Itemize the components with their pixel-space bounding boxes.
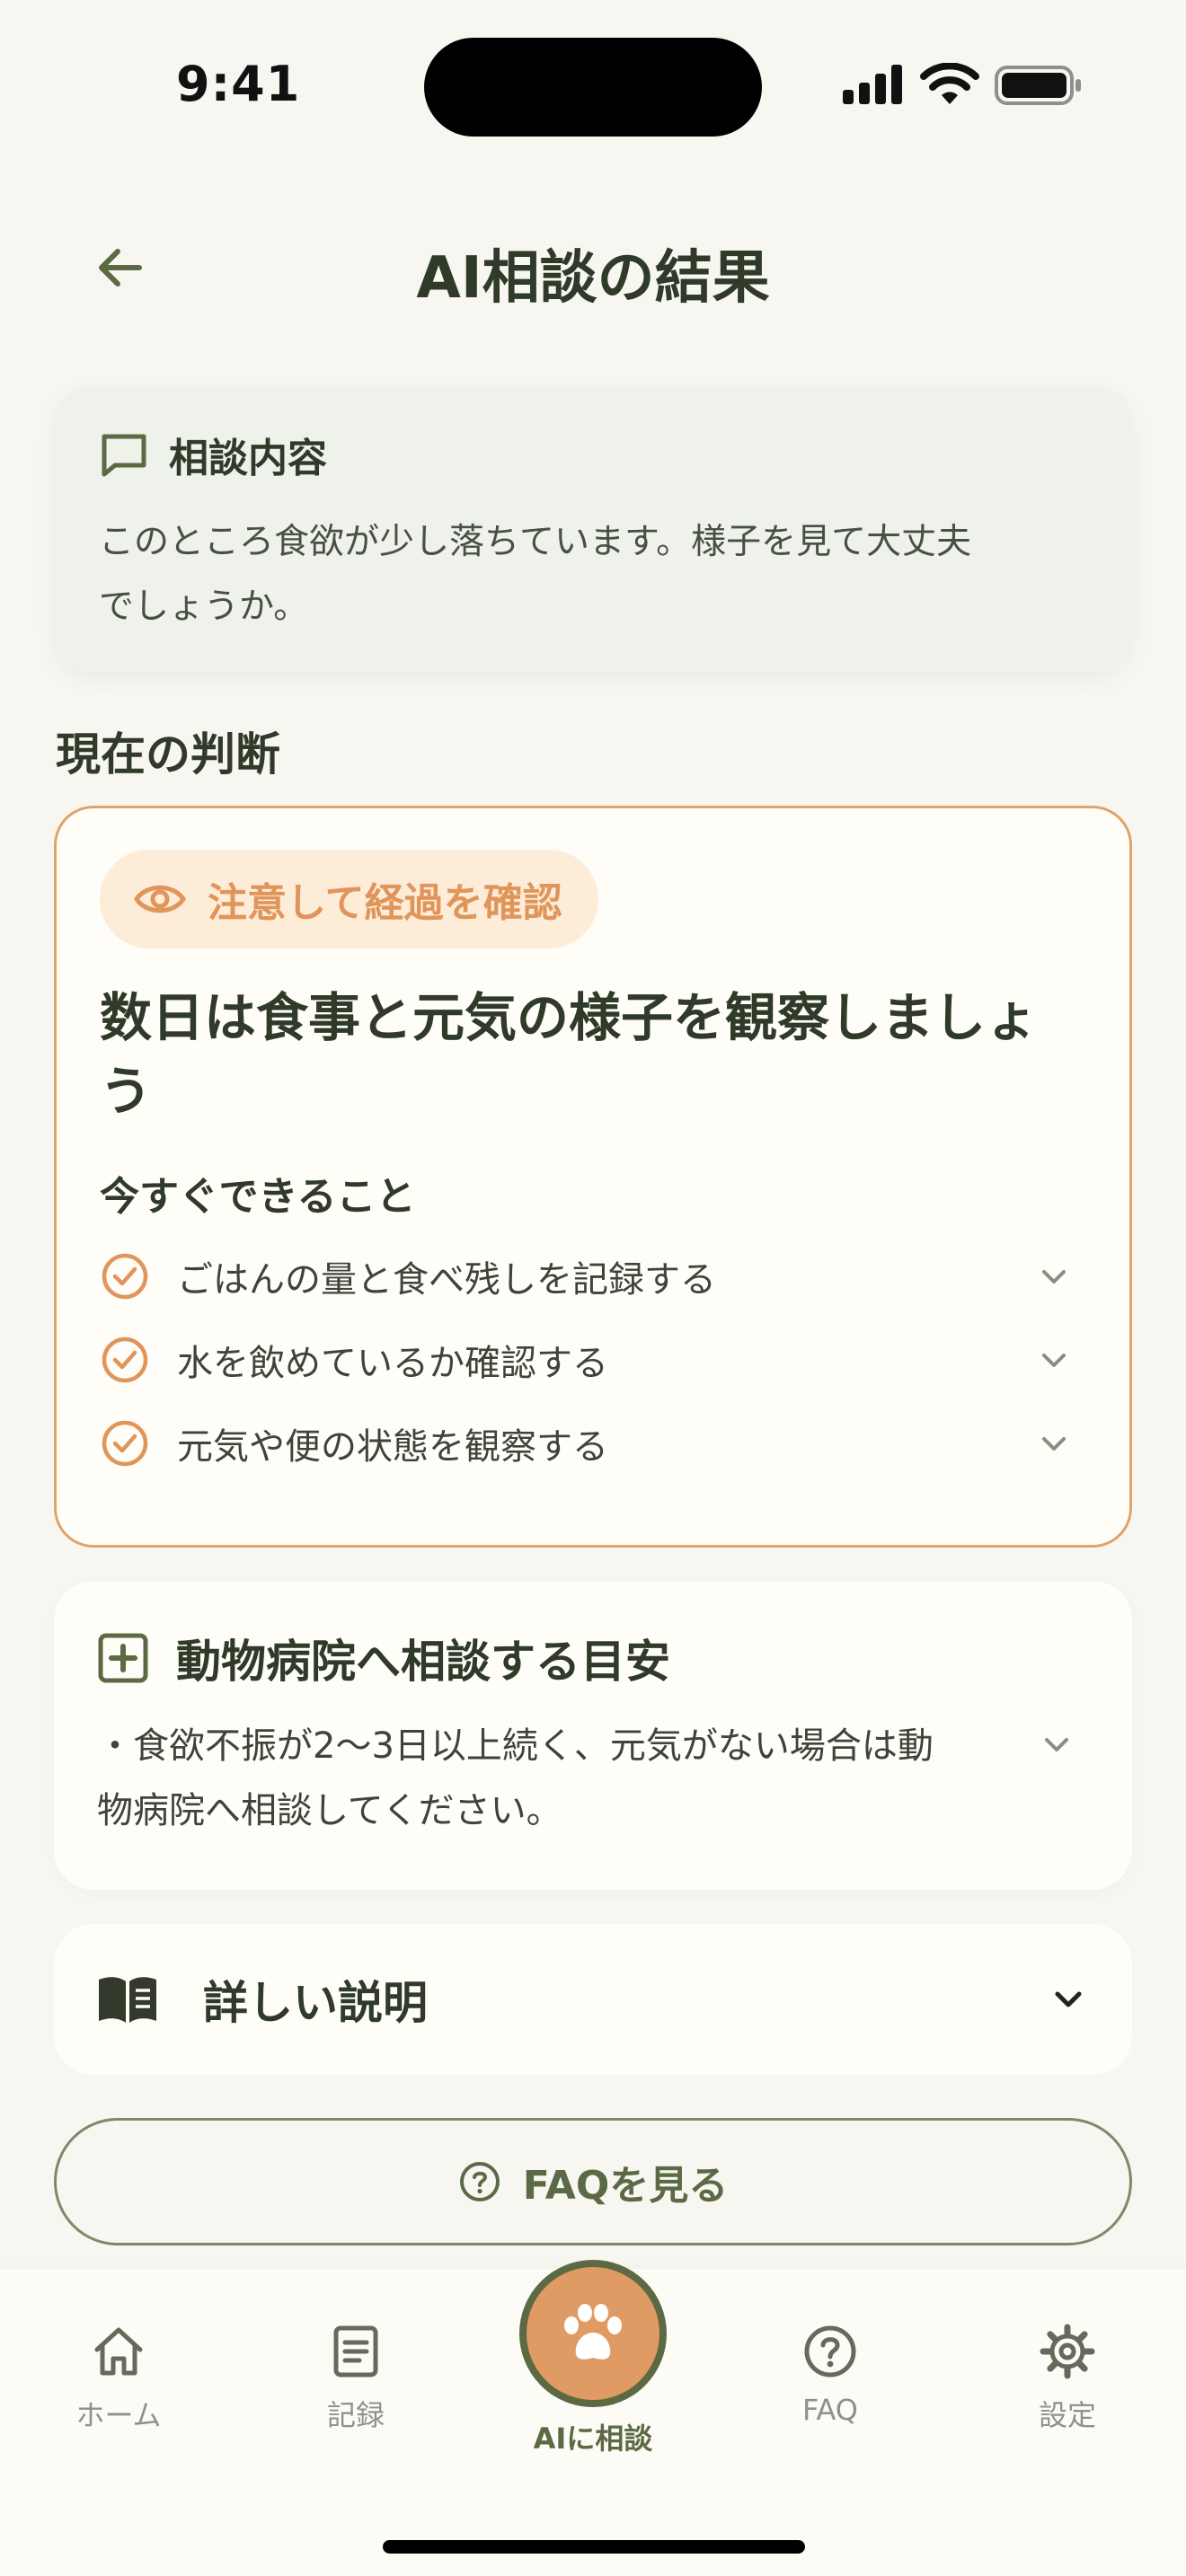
consult-content-card: 相談内容 このところ食欲が少し落ちています。様子を見て大丈夫 でしょうか。	[54, 386, 1132, 672]
status-badge-label: 注意して経過を確認	[208, 880, 562, 926]
tab-settings-label: 設定	[1038, 2398, 1096, 2432]
tab-ai-consult-label: AIに相談	[533, 2422, 653, 2456]
judgment-title: 数日は食事と元気の様子を観察しましょ う	[100, 981, 1070, 1128]
eye-icon	[134, 885, 186, 913]
chevron-down-icon	[1042, 1353, 1066, 1367]
status-time: 9:41	[176, 56, 301, 112]
page-title: AI相談の結果	[416, 245, 770, 312]
faq-button[interactable]: FAQを見る	[54, 2118, 1132, 2245]
consult-text-line: でしょうか。	[99, 587, 309, 627]
judgment-title-line: う	[100, 1061, 153, 1122]
wifi-icon	[920, 63, 979, 104]
consult-header: 相談内容	[99, 426, 1087, 483]
judgment-title-line: 数日は食事と元気の様子を観察しましょ	[100, 987, 1039, 1048]
header: AI相談の結果	[0, 207, 1186, 323]
cellular-signal-icon	[843, 65, 902, 104]
check-circle-icon	[102, 1420, 148, 1466]
question-icon	[804, 2325, 856, 2378]
medical-plus-icon	[98, 1633, 148, 1683]
action-label: 元気や便の状態を観察する	[177, 1425, 608, 1468]
consult-text-line: このところ食欲が少し落ちています。様子を見て大丈夫	[99, 522, 972, 562]
consult-title: 相談内容	[169, 436, 327, 481]
tab-records[interactable]: 記録	[266, 2323, 446, 2434]
gear-icon	[1040, 2324, 1095, 2379]
detail-explanation-row[interactable]: 詳しい説明	[54, 1924, 1132, 2075]
vet-guideline-header: 動物病院へ相談する目安	[97, 1626, 1089, 1690]
current-judgment-label: 現在の判断	[56, 728, 280, 781]
home-icon	[94, 2327, 143, 2376]
ai-consult-result-screen: 9:41 AI相談の結果 相談内容 このところ食欲が少し落ちています。様子を見て…	[0, 0, 1186, 2576]
arrow-left-icon	[99, 249, 142, 287]
status-bar: 9:41	[0, 0, 1186, 171]
tab-records-label: 記録	[326, 2398, 385, 2432]
question-circle-icon	[459, 2162, 500, 2201]
vet-guideline-text: ・食欲不振が2〜3日以上続く、元気がない場合は動 物病院へ相談してください。	[97, 1714, 1039, 1843]
dynamic-island	[424, 38, 762, 137]
tab-settings[interactable]: 設定	[978, 2323, 1157, 2434]
check-circle-icon	[102, 1337, 148, 1382]
tab-bar: ホーム 記録 AIに相談 FAQ 設定	[0, 2260, 1186, 2576]
detail-explanation-label: 詳しい説明	[203, 1977, 428, 2029]
chevron-down-icon	[1042, 1436, 1066, 1451]
tab-faq-label: FAQ	[802, 2393, 858, 2427]
back-button[interactable]	[79, 232, 160, 304]
status-badge: 注意して経過を確認	[100, 850, 598, 948]
paw-icon	[564, 2304, 622, 2360]
judgment-card: 注意して経過を確認 数日は食事と元気の様子を観察しましょ う 今すぐできること …	[54, 806, 1132, 1548]
chat-bubble-icon	[102, 434, 146, 477]
chevron-down-icon[interactable]	[1039, 1726, 1075, 1762]
tab-home[interactable]: ホーム	[29, 2323, 208, 2434]
battery-icon	[995, 66, 1081, 105]
chevron-down-icon	[1055, 1991, 1082, 2007]
check-circle-icon	[102, 1253, 148, 1299]
tab-ai-consult[interactable]	[519, 2260, 667, 2407]
tab-faq[interactable]: FAQ	[740, 2323, 920, 2427]
action-item[interactable]: 元気や便の状態を観察する	[100, 1401, 1086, 1485]
vet-guideline-title: 動物病院へ相談する目安	[176, 1636, 670, 1688]
action-label: ごはんの量と食べ残しを記録する	[177, 1258, 716, 1301]
vet-guideline-line: 物病院へ相談してください。	[97, 1790, 562, 1831]
open-book-icon	[99, 1977, 156, 2023]
action-item[interactable]: ごはんの量と食べ残しを記録する	[100, 1234, 1086, 1318]
home-indicator	[383, 2540, 805, 2554]
consult-text: このところ食欲が少し落ちています。様子を見て大丈夫 でしょうか。	[99, 510, 1087, 640]
vet-guideline-body: ・食欲不振が2〜3日以上続く、元気がない場合は動 物病院へ相談してください。	[97, 1714, 1089, 1843]
actions-heading: 今すぐできること	[100, 1174, 416, 1220]
faq-button-label: FAQを見る	[522, 2163, 729, 2209]
notebook-icon	[333, 2325, 378, 2378]
tab-home-label: ホーム	[75, 2398, 162, 2432]
vet-guideline-line: ・食欲不振が2〜3日以上続く、元気がない場合は動	[97, 1725, 934, 1767]
action-label: 水を飲めているか確認する	[177, 1342, 608, 1384]
action-item[interactable]: 水を飲めているか確認する	[100, 1318, 1086, 1401]
chevron-down-icon	[1042, 1269, 1066, 1284]
action-list: ごはんの量と食べ残しを記録する 水を飲めているか確認する 元気や便の状態を観察す…	[100, 1234, 1086, 1485]
vet-guideline-card: 動物病院へ相談する目安 ・食欲不振が2〜3日以上続く、元気がない場合は動 物病院…	[54, 1581, 1132, 1890]
